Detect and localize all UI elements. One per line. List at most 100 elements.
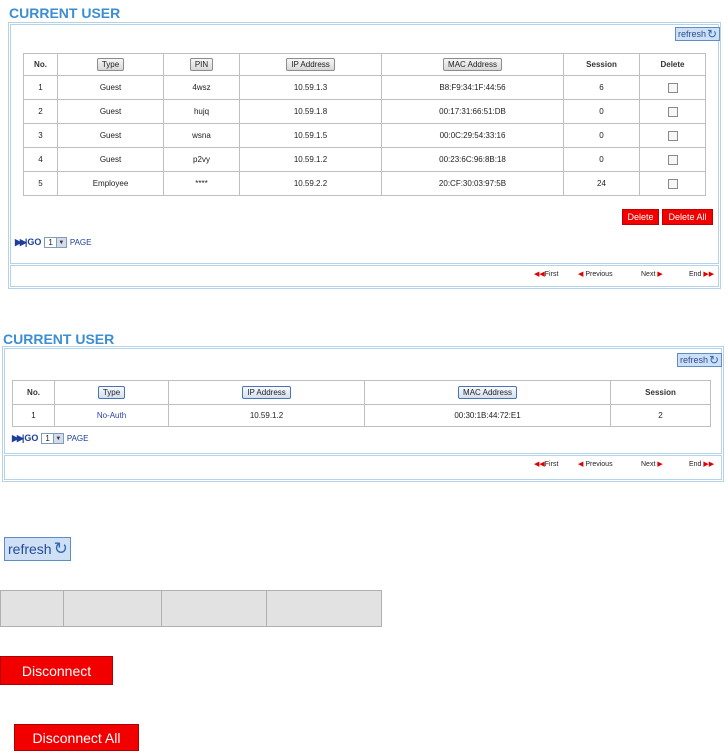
go-button[interactable]: ▶▶| GO <box>12 433 38 444</box>
page-select[interactable]: 1 ▼ <box>41 433 64 444</box>
cell-no: 1 <box>12 404 55 427</box>
cell-type: Guest <box>57 123 164 148</box>
refresh-icon: ↻ <box>707 27 718 41</box>
refresh-label: refresh <box>678 29 707 39</box>
page-select[interactable]: 1 ▼ <box>44 237 67 248</box>
col-delete: Delete <box>639 53 706 76</box>
tab-segment[interactable] <box>266 590 382 627</box>
next-link[interactable]: Next ▶ <box>641 270 663 278</box>
cell-type: Guest <box>57 147 164 172</box>
table-row: 2 Guest hujq 10.59.1.8 00:17:31:66:51:DB… <box>23 99 706 124</box>
cell-no: 5 <box>23 171 58 196</box>
previous-link[interactable]: ◀ Previous <box>578 270 613 278</box>
cell-pin: wsna <box>163 123 240 148</box>
refresh-button[interactable]: refresh ↻ <box>675 27 721 41</box>
delete-checkbox[interactable] <box>667 178 678 189</box>
refresh-button-large[interactable]: refresh ↻ <box>4 537 71 561</box>
page-go-bar: ▶▶| GO 1 ▼ PAGE <box>15 237 91 248</box>
tab-segment[interactable] <box>161 590 267 627</box>
sort-ip-button[interactable]: IP Address <box>242 386 291 399</box>
end-icon: ▶▶ <box>703 461 715 468</box>
col-type: Type <box>54 380 169 405</box>
sort-type-button[interactable]: Type <box>97 386 126 399</box>
sort-pin-button[interactable]: PIN <box>189 58 214 71</box>
cell-type: Guest <box>57 99 164 124</box>
refresh-icon: ↻ <box>53 539 68 558</box>
previous-icon: ◀ <box>578 461 584 468</box>
refresh-button[interactable]: refresh ↻ <box>677 353 723 367</box>
refresh-label: refresh <box>8 541 52 557</box>
cell-delete <box>639 147 706 172</box>
table-header-row: No. Type IP Address MAC Address Session <box>12 380 711 405</box>
refresh-icon: ↻ <box>709 353 720 367</box>
cell-type: Employee <box>57 171 164 196</box>
table-header-row: No. Type PIN IP Address MAC Address Sess… <box>23 53 706 76</box>
delete-checkbox[interactable] <box>667 154 678 165</box>
cell-delete <box>639 171 706 196</box>
cell-session: 0 <box>563 99 640 124</box>
previous-link[interactable]: ◀ Previous <box>578 460 613 468</box>
page-label: PAGE <box>66 434 89 443</box>
dropdown-arrow-icon: ▼ <box>52 434 63 443</box>
col-ip: IP Address <box>168 380 365 405</box>
table-row: 1 No-Auth 10.59.1.2 00:30:1B:44:72:E1 2 <box>12 404 711 427</box>
panel2-title: CURRENT USER <box>3 331 115 347</box>
next-icon: ▶ <box>657 461 663 468</box>
tab-segment[interactable] <box>63 590 162 627</box>
cell-no: 4 <box>23 147 58 172</box>
next-icon: ▶ <box>657 271 663 278</box>
cell-ip: 10.59.1.5 <box>239 123 382 148</box>
cell-pin: p2vy <box>163 147 240 172</box>
delete-button[interactable]: Delete <box>622 209 659 225</box>
first-link[interactable]: ◀◀First <box>534 460 558 468</box>
col-pin: PIN <box>163 53 240 76</box>
cell-mac: 00:23:6C:96:8B:18 <box>381 147 564 172</box>
delete-checkbox[interactable] <box>667 130 678 141</box>
cell-ip: 10.59.1.2 <box>168 404 365 427</box>
table-row: 3 Guest wsna 10.59.1.5 00:0C:29:54:33:16… <box>23 123 706 148</box>
cell-no: 1 <box>23 75 58 100</box>
first-link[interactable]: ◀◀First <box>534 270 558 278</box>
disconnect-button[interactable]: Disconnect <box>0 656 113 685</box>
users-table: No. Type PIN IP Address MAC Address Sess… <box>23 53 706 196</box>
sort-mac-button[interactable]: MAC Address <box>458 386 517 399</box>
first-icon: ◀◀ <box>534 271 545 278</box>
end-link[interactable]: End ▶▶ <box>689 270 714 278</box>
end-link[interactable]: End ▶▶ <box>689 460 714 468</box>
users-table-2: No. Type IP Address MAC Address Session … <box>12 380 711 427</box>
col-mac: MAC Address <box>364 380 611 405</box>
col-session: Session <box>610 380 711 405</box>
cell-session: 0 <box>563 123 640 148</box>
sort-type-button[interactable]: Type <box>96 58 125 71</box>
cell-mac: 00:0C:29:54:33:16 <box>381 123 564 148</box>
cell-delete <box>639 99 706 124</box>
delete-checkbox[interactable] <box>667 106 678 117</box>
tab-segment[interactable] <box>0 590 64 627</box>
cell-session: 24 <box>563 171 640 196</box>
cell-mac: B8:F9:34:1F:44:56 <box>381 75 564 100</box>
disconnect-all-button[interactable]: Disconnect All <box>14 724 139 751</box>
cell-delete <box>639 123 706 148</box>
cell-mac: 20:CF:30:03:97:5B <box>381 171 564 196</box>
table-row: 5 Employee **** 10.59.2.2 20:CF:30:03:97… <box>23 171 706 196</box>
cell-no: 3 <box>23 123 58 148</box>
col-no: No. <box>12 380 55 405</box>
cell-session: 0 <box>563 147 640 172</box>
sort-ip-button[interactable]: IP Address <box>286 58 335 71</box>
go-button[interactable]: ▶▶| GO <box>15 237 41 248</box>
cell-no: 2 <box>23 99 58 124</box>
delete-checkbox[interactable] <box>667 82 678 93</box>
cell-mac: 00:17:31:66:51:DB <box>381 99 564 124</box>
sort-mac-button[interactable]: MAC Address <box>443 58 502 71</box>
cell-type: Guest <box>57 75 164 100</box>
go-icon: ▶▶| <box>12 433 24 443</box>
col-ip: IP Address <box>239 53 382 76</box>
next-link[interactable]: Next ▶ <box>641 460 663 468</box>
end-icon: ▶▶ <box>703 271 715 278</box>
col-type: Type <box>57 53 164 76</box>
cell-delete <box>639 75 706 100</box>
cell-ip: 10.59.1.3 <box>239 75 382 100</box>
cell-ip: 10.59.1.2 <box>239 147 382 172</box>
delete-all-button[interactable]: Delete All <box>662 209 713 225</box>
table-row: 4 Guest p2vy 10.59.1.2 00:23:6C:96:8B:18… <box>23 147 706 172</box>
